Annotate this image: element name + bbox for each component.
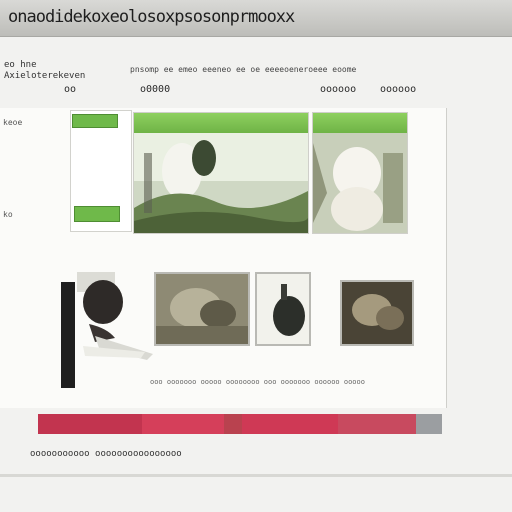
bottom-divider bbox=[0, 474, 512, 477]
page-subtitle: eo hne Axieloterekeven bbox=[4, 60, 86, 81]
portrait-image bbox=[313, 133, 407, 233]
nav-link-1[interactable]: oo bbox=[64, 84, 76, 95]
strip-segment[interactable] bbox=[416, 414, 442, 434]
thumbnail-1[interactable] bbox=[154, 272, 250, 346]
thumbnail-2[interactable] bbox=[255, 272, 311, 346]
left-label-bottom: ko bbox=[3, 210, 13, 219]
thumbnail-image bbox=[342, 282, 412, 344]
strip-segment[interactable] bbox=[338, 414, 416, 434]
thumbnail-image bbox=[156, 274, 248, 344]
strip-segment[interactable] bbox=[142, 414, 224, 434]
person-illustration bbox=[61, 272, 153, 388]
color-strip bbox=[38, 414, 442, 434]
strip-segment[interactable] bbox=[38, 414, 142, 434]
green-tab-top[interactable] bbox=[72, 114, 118, 128]
nav-row: oo o0000 oooooo oooooo bbox=[0, 84, 512, 98]
nav-link-3[interactable]: oooooo bbox=[320, 84, 356, 95]
feature-card-portrait[interactable] bbox=[312, 112, 408, 234]
left-column: keoe ko bbox=[0, 108, 66, 228]
thumbnail-3[interactable] bbox=[340, 280, 414, 346]
strip-segment[interactable] bbox=[224, 414, 242, 434]
left-label-top: keoe bbox=[3, 118, 23, 127]
nav-link-2[interactable]: o0000 bbox=[140, 84, 170, 95]
green-tab-bottom[interactable] bbox=[74, 206, 120, 222]
page-tagline: pnsomp ee emeo eeeneo ee oe eeeeoeneroee… bbox=[130, 65, 357, 74]
thumbnail-captions: ooo ooooooo ooooo oooooooo ooo ooooooo o… bbox=[150, 378, 365, 386]
landscape-image bbox=[134, 133, 308, 233]
top-banner: onaodidekoxeolosoxpsosonprmooxx bbox=[0, 0, 512, 37]
feature-card-landscape[interactable] bbox=[133, 112, 309, 234]
banner-text: onaodidekoxeolosoxpsosonprmooxx bbox=[8, 7, 295, 27]
footer-text: ooooooooooo oooooooooooooooo bbox=[30, 449, 182, 459]
strip-segment[interactable] bbox=[242, 414, 338, 434]
nav-link-4[interactable]: oooooo bbox=[380, 84, 416, 95]
thumbnail-image bbox=[257, 274, 309, 344]
